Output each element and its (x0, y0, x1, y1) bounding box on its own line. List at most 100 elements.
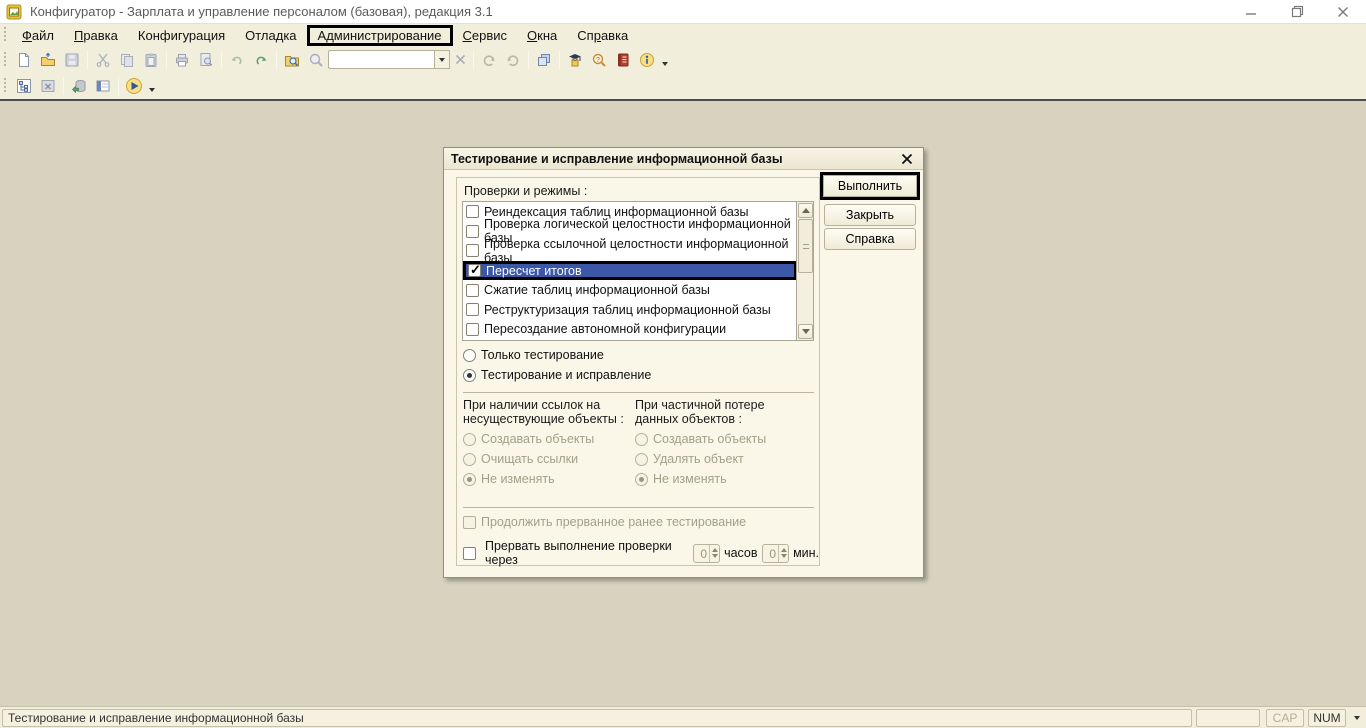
checkbox-continue-testing: Продолжить прерванное ранее тестирование (463, 515, 746, 529)
menu-edit[interactable]: Правка (64, 26, 128, 45)
dialog-title-bar[interactable]: Тестирование и исправление информационно… (444, 148, 923, 170)
search-input[interactable] (328, 50, 434, 69)
triangle-down-icon (802, 329, 810, 334)
info-icon (639, 52, 655, 68)
checkbox-icon[interactable] (466, 205, 479, 218)
minimize-button[interactable] (1228, 0, 1274, 23)
radio-icon[interactable] (463, 349, 476, 362)
list-item-reference-check[interactable]: Проверка ссылочной целостности информаци… (463, 241, 797, 261)
dialog-title: Тестирование и исправление информационно… (451, 152, 783, 166)
menu-windows[interactable]: Окна (517, 26, 567, 45)
rotate-right-icon (505, 52, 521, 68)
open-button[interactable] (36, 49, 60, 71)
info-button[interactable] (635, 49, 659, 71)
toolbar-overflow-button[interactable] (659, 49, 671, 71)
close-dialog-button[interactable]: Закрыть (824, 204, 916, 226)
help-button[interactable]: Справка (824, 228, 916, 250)
separator (118, 77, 119, 95)
designer-button[interactable] (563, 49, 587, 71)
menu-configuration[interactable]: Конфигурация (128, 26, 235, 45)
list-item-label: Проверка ссылочной целостности информаци… (484, 237, 797, 265)
syntax-help-icon: ? (591, 52, 607, 68)
hours-stepper: 0 (693, 544, 721, 563)
radio-selected-icon[interactable] (463, 369, 476, 382)
status-empty-cell (1196, 709, 1260, 727)
run-button-highlight: Выполнить (820, 172, 920, 200)
radio-no-change-right: Не изменять (635, 472, 727, 486)
list-item-label: Пересоздание автономной конфигурации (484, 322, 726, 336)
update-database-button (67, 75, 91, 97)
toolbar-overflow-button[interactable] (146, 75, 158, 97)
configuration-toolbar (0, 73, 1366, 99)
svg-text:?: ? (596, 57, 600, 64)
cut-icon (95, 52, 111, 68)
checkbox-icon[interactable] (466, 284, 479, 297)
combo-clear-button (450, 49, 470, 71)
combo-dropdown-button[interactable] (434, 50, 450, 69)
global-search-icon (284, 52, 300, 68)
vertical-scrollbar[interactable] (796, 202, 813, 340)
start-debugging-button[interactable] (122, 75, 146, 97)
minutes-unit-label: мин. (793, 546, 819, 560)
checkbox-icon[interactable] (466, 225, 479, 238)
copy-icon (119, 52, 135, 68)
close-icon (455, 54, 466, 65)
chevron-down-icon (1354, 716, 1360, 720)
menu-debug[interactable]: Отладка (235, 26, 306, 45)
toolbar-grip (3, 52, 8, 68)
syntax-help-button[interactable]: ? (587, 49, 611, 71)
checkbox-interrupt-row: Прервать выполнение проверки через 0 час… (463, 539, 819, 567)
menu-bar: Файл Правка Конфигурация Отладка Админис… (0, 24, 1366, 46)
toolbar-grip (3, 78, 8, 94)
close-button[interactable] (1320, 0, 1366, 23)
new-document-button[interactable] (12, 49, 36, 71)
radio-test-and-repair[interactable]: Тестирование и исправление (463, 368, 651, 382)
search-combobox[interactable] (328, 50, 450, 69)
hours-value: 0 (694, 545, 710, 562)
list-item-recreate-autonomous[interactable]: Пересоздание автономной конфигурации (463, 320, 797, 340)
open-configuration-button[interactable] (12, 75, 36, 97)
scroll-up-button[interactable] (798, 203, 813, 218)
list-item-label: Пересчет итогов (486, 264, 582, 278)
scroll-down-button[interactable] (798, 324, 813, 339)
new-document-icon (16, 52, 32, 68)
radio-no-change-left: Не изменять (463, 472, 555, 486)
menu-help[interactable]: Справка (567, 26, 638, 45)
menu-file[interactable]: Файл (12, 26, 64, 45)
group-label: Проверки и режимы : (464, 184, 587, 198)
radio-create-objects-right: Создавать объекты (635, 432, 766, 446)
syntax-check-button[interactable] (611, 49, 635, 71)
list-item-restructure[interactable]: Реструктуризация таблиц информационной б… (463, 300, 797, 320)
checkbox-icon[interactable] (466, 303, 479, 316)
paste-button (139, 49, 163, 71)
toolbar-grip (3, 27, 8, 43)
list-item-compress-tables[interactable]: Сжатие таблиц информационной базы (463, 280, 797, 300)
separator (463, 507, 814, 508)
open-folder-icon (40, 52, 56, 68)
windows-stack-icon (536, 52, 552, 68)
radio-test-only[interactable]: Только тестирование (463, 348, 604, 362)
start-debugging-icon (125, 77, 143, 95)
separator (276, 51, 277, 69)
radio-label: Создавать объекты (653, 432, 766, 446)
interrupt-checkbox[interactable] (463, 547, 476, 560)
radio-disabled-icon (635, 453, 648, 466)
checkbox-icon[interactable] (466, 323, 479, 336)
checkbox-icon[interactable] (466, 244, 479, 257)
menu-service[interactable]: Сервис (453, 26, 518, 45)
standard-toolbar: ? (0, 46, 1366, 73)
statusbar-dropdown-button[interactable] (1350, 709, 1364, 727)
dialog-close-button[interactable] (898, 150, 916, 168)
run-button[interactable]: Выполнить (823, 175, 917, 197)
windows-button[interactable] (532, 49, 556, 71)
checkbox-checked-icon[interactable] (468, 264, 481, 277)
chevron-down-icon (439, 58, 445, 62)
scrollbar-thumb[interactable] (798, 219, 813, 273)
interface-panel-button[interactable] (91, 75, 115, 97)
menu-administration[interactable]: Администрирование (307, 25, 453, 46)
separator (87, 51, 88, 69)
syntax-check-book-icon (615, 52, 631, 68)
redo-button[interactable] (249, 49, 273, 71)
global-search-button[interactable] (280, 49, 304, 71)
restore-button[interactable] (1274, 0, 1320, 23)
